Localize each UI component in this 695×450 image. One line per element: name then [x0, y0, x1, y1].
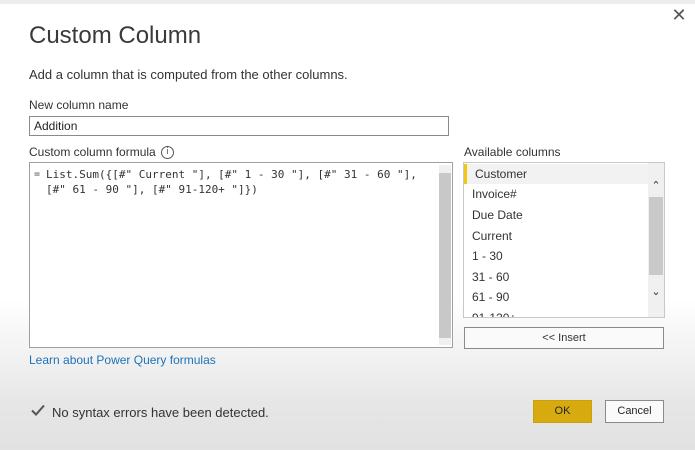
chevron-up-icon[interactable]: ⌃ [649, 179, 663, 193]
formula-label: Custom column formula [29, 145, 156, 159]
list-scrollbar-thumb[interactable] [649, 197, 663, 275]
status-message: No syntax errors have been detected. [52, 405, 269, 420]
chevron-down-icon[interactable]: ⌄ [649, 285, 663, 299]
cancel-button[interactable]: Cancel [605, 400, 664, 423]
learn-power-query-link[interactable]: Learn about Power Query formulas [29, 353, 216, 367]
formula-text[interactable]: List.Sum({[#" Current "], [#" 1 - 30 "],… [46, 167, 436, 197]
available-columns-label: Available columns [464, 145, 561, 159]
list-item[interactable]: 61 - 90 [472, 287, 509, 307]
new-column-name-label: New column name [29, 98, 129, 112]
dialog-title: Custom Column [29, 22, 202, 49]
insert-button[interactable]: << Insert [464, 327, 664, 349]
available-columns-list[interactable]: Customer Invoice# Due Date Current 1 - 3… [463, 162, 665, 318]
list-item[interactable]: 91-120+ [472, 308, 516, 317]
formula-editor[interactable]: = List.Sum({[#" Current "], [#" 1 - 30 "… [29, 162, 453, 348]
new-column-name-input[interactable] [29, 116, 449, 136]
checkmark-icon [31, 404, 45, 416]
list-item[interactable]: Invoice# [472, 184, 517, 204]
top-strip [0, 0, 695, 4]
info-icon[interactable]: i [161, 146, 174, 159]
formula-prefix: = [34, 169, 41, 180]
list-item[interactable]: 1 - 30 [472, 246, 503, 266]
list-item[interactable]: Customer [464, 164, 648, 184]
list-item[interactable]: 31 - 60 [472, 267, 509, 287]
close-icon[interactable]: ✕ [669, 6, 689, 26]
list-item[interactable]: Current [472, 226, 512, 246]
ok-button[interactable]: OK [533, 400, 592, 423]
dialog-subtitle: Add a column that is computed from the o… [29, 67, 348, 82]
formula-scrollbar-thumb[interactable] [439, 173, 451, 338]
list-item[interactable]: Due Date [472, 205, 523, 225]
